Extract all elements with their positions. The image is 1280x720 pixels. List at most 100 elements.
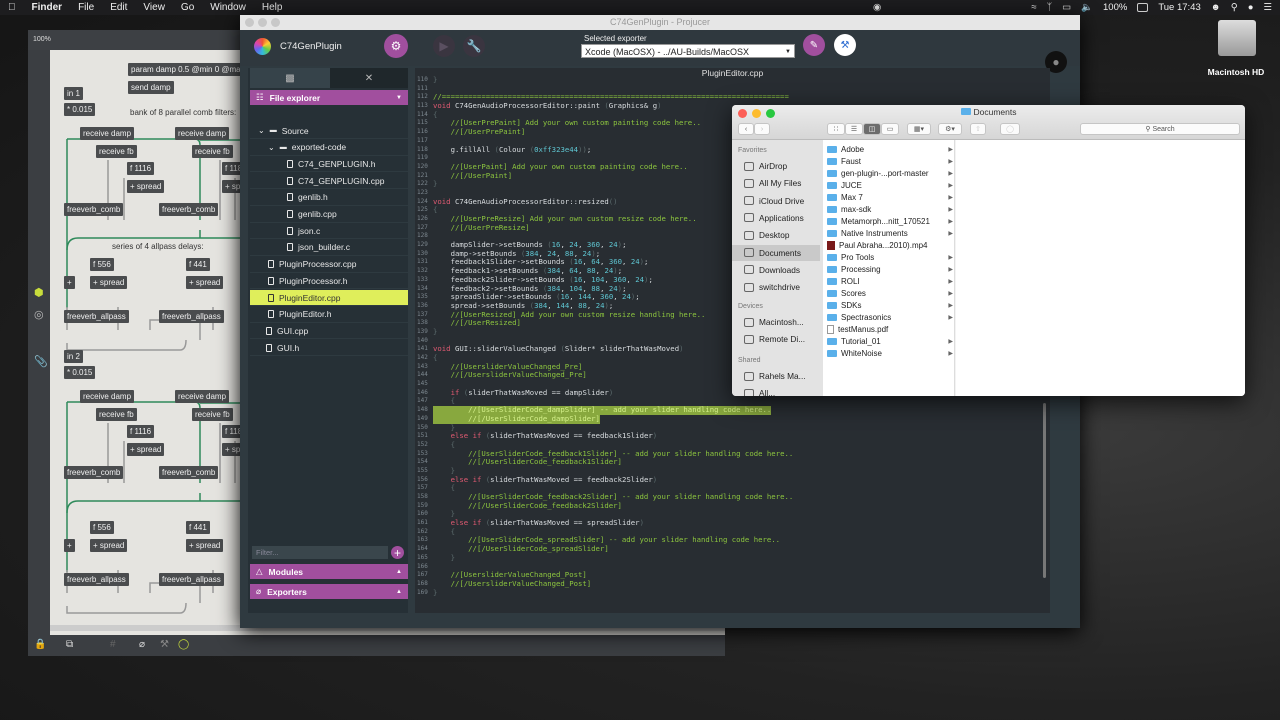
code-text[interactable]: void C74GenAudioProcessorEditor::resized… <box>433 197 618 207</box>
code-line[interactable]: 159 //[/UserSliderCode_feedback2Slider] <box>417 501 1047 511</box>
menu-view[interactable]: View <box>135 2 173 13</box>
patch-object[interactable]: receive fb <box>192 408 233 421</box>
patch-object[interactable]: freeverb_allpass <box>64 310 129 323</box>
settings-gear-button[interactable]: ⚙ <box>384 34 408 58</box>
code-text[interactable]: //[/UserSliderCode_spreadSlider] <box>433 544 609 554</box>
zoom-level[interactable]: 100% <box>33 36 51 43</box>
file-list-item[interactable]: Pro Tools ▶ <box>827 251 953 263</box>
chevron-down-icon[interactable]: ⌄ <box>268 143 275 152</box>
file-explorer-header[interactable]: ☷ File explorer ▼ <box>250 90 408 105</box>
file-list-item[interactable]: Max 7 ▶ <box>827 191 953 203</box>
file-list-item[interactable]: Adobe ▶ <box>827 143 953 155</box>
file-tree-item[interactable]: PluginProcessor.cpp <box>250 257 408 273</box>
file-list-item[interactable]: testManus.pdf <box>827 323 953 335</box>
sidebar-item[interactable]: Remote Di... <box>732 331 820 347</box>
patch-object[interactable]: freeverb_comb <box>64 466 124 479</box>
close-button[interactable] <box>245 18 254 27</box>
patch-object[interactable]: * 0.015 <box>64 366 96 379</box>
patch-object[interactable]: receive fb <box>96 408 137 421</box>
user-icon[interactable]: ☻ <box>1211 2 1221 13</box>
apple-menu-icon[interactable]:  <box>0 2 24 13</box>
patch-object[interactable]: * 0.015 <box>64 103 96 116</box>
file-tree-item[interactable]: C74_GENPLUGIN.h <box>250 156 408 173</box>
file-list-item[interactable]: WhiteNoise ▶ <box>827 347 953 359</box>
file-list-item[interactable]: JUCE ▶ <box>827 179 953 191</box>
sidebar-item[interactable]: iCloud Drive <box>732 193 820 209</box>
code-text[interactable]: //[/UserSliderCode_dampSlider] <box>433 414 600 424</box>
play-button[interactable]: ▶ <box>433 35 455 57</box>
patch-object[interactable]: freeverb_comb <box>159 203 219 216</box>
notification-center-icon[interactable]: ☰ <box>1263 2 1272 13</box>
zoom-button[interactable] <box>271 18 280 27</box>
file-tree-item[interactable]: PluginEditor.h <box>250 307 408 323</box>
code-text[interactable]: //[/UserPaint] <box>433 171 513 181</box>
back-button[interactable]: ‹ <box>738 123 754 135</box>
target-icon[interactable]: ◎ <box>34 308 44 321</box>
sidebar-item[interactable]: Applications <box>732 210 820 226</box>
tab-files[interactable]: ▩ <box>250 68 330 88</box>
menu-file[interactable]: File <box>70 2 102 13</box>
forward-button[interactable]: › <box>754 123 770 135</box>
mute-icon[interactable]: ⌀ <box>139 639 145 650</box>
finder-column-documents[interactable]: Adobe ▶ Faust ▶ gen-plugin-...port-master ▶ JU… <box>823 140 955 396</box>
code-text[interactable]: //[/UserResized] <box>433 318 521 328</box>
exporter-select[interactable]: Xcode (MacOSX) - ../AU-Builds/MacOSX ▼ <box>581 44 795 58</box>
patch-object[interactable]: receive fb <box>192 145 233 158</box>
column-view-icon[interactable]: ◫ <box>863 123 881 135</box>
patch-object[interactable]: param damp 0.5 @min 0 @ma <box>128 63 244 76</box>
sidebar-item[interactable]: Documents <box>732 244 820 261</box>
pencil-edit-button[interactable]: ✎ <box>803 34 825 56</box>
patch-object[interactable]: freeverb_allpass <box>159 310 224 323</box>
code-text[interactable]: else if (sliderThatWasMoved == feedback2… <box>433 475 658 485</box>
patch-object[interactable]: receive damp <box>175 127 230 140</box>
paperclip-icon[interactable]: 📎 <box>34 355 48 368</box>
patch-object[interactable]: send damp <box>128 81 174 94</box>
share-icon[interactable]: ⇧ <box>970 123 986 135</box>
patch-object[interactable]: + spread <box>186 539 224 552</box>
code-text[interactable]: //[/UserPrePaint] <box>433 127 526 137</box>
grid-icon[interactable]: # <box>110 639 116 650</box>
sidebar-item[interactable]: All My Files <box>732 175 820 191</box>
sidebar-item[interactable]: Downloads <box>732 262 820 278</box>
file-list-item[interactable]: gen-plugin-...port-master ▶ <box>827 167 953 179</box>
open-in-xcode-button[interactable]: ⚒ <box>834 34 856 56</box>
code-line[interactable]: 161 else if (sliderThatWasMoved == sprea… <box>417 518 1047 528</box>
patch-object[interactable]: f 1116 <box>127 425 155 438</box>
code-line[interactable]: 156 else if (sliderThatWasMoved == feedb… <box>417 475 1047 485</box>
modules-header[interactable]: △ Modules ▲ <box>250 564 408 579</box>
code-line[interactable]: 165 } <box>417 553 1047 563</box>
patch-object[interactable]: f 556 <box>90 521 114 534</box>
clock[interactable]: Tue 17:43 <box>1158 2 1200 13</box>
minimize-button[interactable] <box>258 18 267 27</box>
file-list-item[interactable]: Scores ▶ <box>827 287 953 299</box>
sidebar-item[interactable]: switchdrive <box>732 279 820 295</box>
patch-object[interactable]: f 1116 <box>127 162 155 175</box>
file-list-item[interactable]: Native Instruments ▶ <box>827 227 953 239</box>
exporters-header[interactable]: ⌀ Exporters ▲ <box>250 584 408 599</box>
tag-icon[interactable]: ◯ <box>1000 123 1020 135</box>
file-list-item[interactable]: ROLI ▶ <box>827 275 953 287</box>
code-text[interactable]: g.fillAll (Colour (0xff323e44)); <box>433 145 592 155</box>
code-text[interactable]: else if (sliderThatWasMoved == feedback1… <box>433 431 658 441</box>
hammer-icon[interactable]: ⚒ <box>160 639 169 650</box>
menu-finder[interactable]: Finder <box>24 2 71 13</box>
file-tree-item[interactable]: PluginProcessor.h <box>250 273 408 290</box>
patch-object[interactable]: + spread <box>90 539 128 552</box>
file-tree-item[interactable]: PluginEditor.cpp <box>250 290 408 306</box>
code-text[interactable]: //[/UsersliderValueChanged_Pre] <box>433 371 587 380</box>
file-list-item[interactable]: Faust ▶ <box>827 155 953 167</box>
code-text[interactable]: else if (sliderThatWasMoved == spreadSli… <box>433 518 644 528</box>
menu-window[interactable]: Window <box>202 2 254 13</box>
patch-object[interactable]: f 441 <box>186 521 210 534</box>
file-tree-item[interactable]: json.c <box>250 223 408 240</box>
editor-scrollbar[interactable] <box>1043 403 1046 578</box>
file-tree-item[interactable]: ⌄ ▬ Source <box>250 123 408 139</box>
file-list-item[interactable]: max-sdk ▶ <box>827 203 953 215</box>
airplay-icon[interactable]: ▭ <box>1062 2 1071 13</box>
file-tree-item[interactable]: json_builder.c <box>250 240 408 256</box>
gallery-view-icon[interactable]: ▭ <box>881 123 899 135</box>
patch-comment[interactable]: series of 4 allpass delays: <box>112 242 204 251</box>
sidebar-item[interactable]: Macintosh... <box>732 314 820 330</box>
file-list-item[interactable]: Processing ▶ <box>827 263 953 275</box>
patch-object[interactable]: + <box>64 539 75 552</box>
